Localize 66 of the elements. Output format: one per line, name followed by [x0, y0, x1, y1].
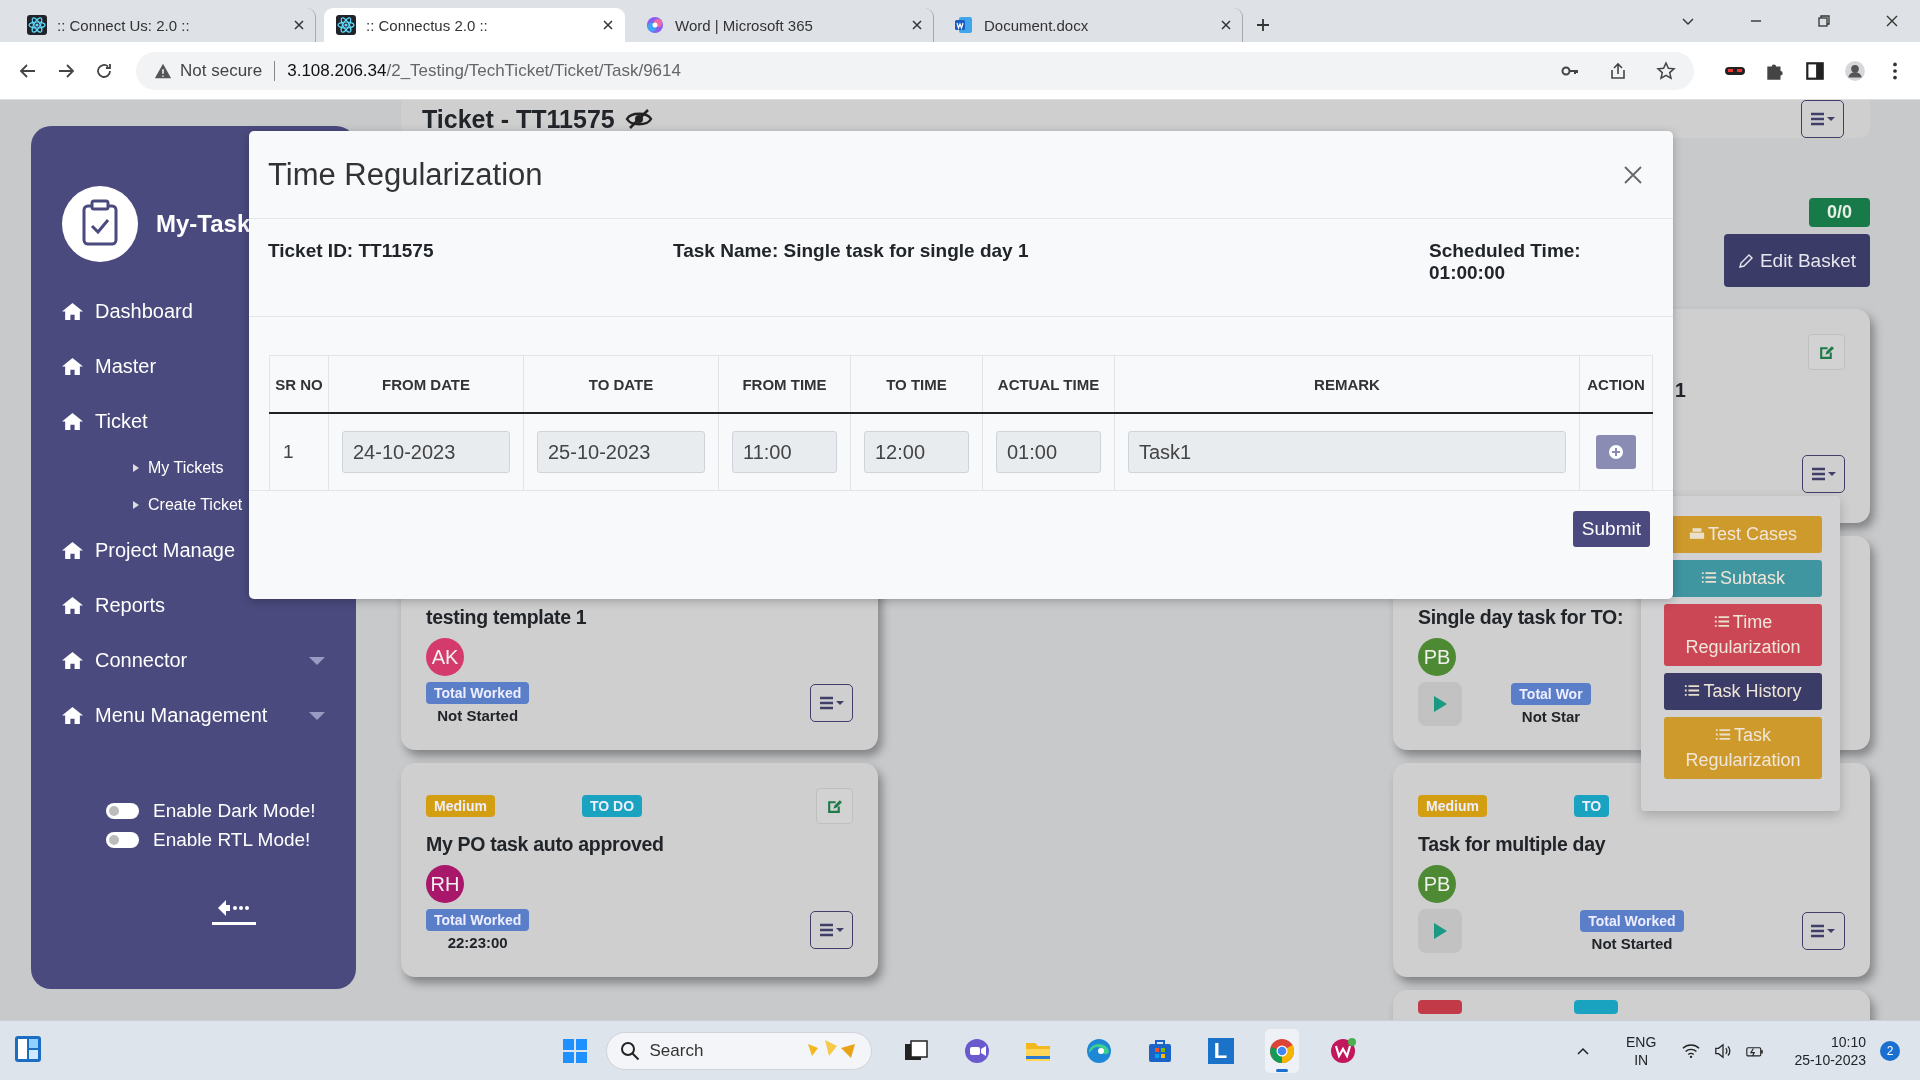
nav-item[interactable]: Dashboard [60, 284, 356, 339]
task-name: Task Name: Single task for single day 1 [673, 240, 1030, 263]
toggle-label: Enable Dark Mode! [153, 800, 316, 822]
column-header: ACTION [1579, 355, 1653, 413]
column-header: REMARK [1114, 355, 1580, 413]
worked-value: 22:23:00 [447, 934, 508, 951]
avatar: PB [1418, 638, 1456, 676]
avatar: AK [426, 638, 464, 676]
to-time-field[interactable]: 12:00 [864, 431, 969, 473]
card-title: 1 [1675, 379, 1686, 403]
worked-value: Not Started [437, 707, 519, 724]
column-header: ACTUAL TIME [982, 355, 1115, 413]
status-tag: TO DO [582, 795, 643, 817]
worked-value: Not Star [1521, 708, 1581, 725]
clock-date[interactable]: 25-10-2023 [1794, 1050, 1866, 1069]
url-path: /2_Testing/TechTicket/Ticket/Task/9614 [386, 60, 681, 81]
nav-item[interactable]: Project Manage [60, 523, 356, 578]
brand-name: My-Task [156, 210, 251, 238]
notification-badge[interactable]: 2 [1880, 1040, 1900, 1061]
card-title: My PO task auto approved [426, 833, 664, 857]
nav-item[interactable]: Menu Management [60, 688, 356, 743]
toggle-label: Enable RTL Mode! [153, 829, 311, 851]
security-label: Not secure [180, 60, 263, 81]
status-tag: TO [1574, 795, 1610, 817]
column-header: TO DATE [523, 355, 719, 413]
worked-tag: Total Worked [426, 909, 530, 931]
card-title: Task for multiple day [1418, 833, 1606, 857]
nav-item[interactable]: Reports [60, 578, 356, 633]
url-host: 3.108.206.34 [287, 60, 387, 81]
menu-item[interactable]: Task History [1664, 673, 1822, 710]
scheduled-time: Scheduled Time: 01:00:00 [1429, 240, 1582, 285]
column-header: SR NO [269, 355, 329, 413]
edit-basket-button[interactable]: Edit Basket [1723, 234, 1870, 287]
from-time-field[interactable]: 11:00 [732, 431, 837, 473]
sub-nav-item[interactable]: Create Ticket [60, 486, 356, 523]
to-date-field[interactable]: 25-10-2023 [537, 431, 705, 473]
worked-tag: Total Worked [1580, 910, 1684, 932]
nav-item[interactable]: Connector [60, 633, 356, 688]
language[interactable]: ENG [1626, 1032, 1657, 1051]
ticket-title: Ticket - TT11575 [422, 104, 615, 134]
worked-tag: Total Worked [426, 682, 530, 704]
worked-value: Not Started [1591, 935, 1673, 952]
card-title: testing template 1 [426, 606, 587, 630]
avatar: RH [426, 865, 464, 903]
worked-tag: Total Wor [1511, 683, 1591, 705]
priority-tag: Medium [1418, 795, 1487, 817]
column-header: TO TIME [850, 355, 983, 413]
search-field[interactable]: Search [605, 1031, 872, 1070]
column-header: FROM TIME [718, 355, 851, 413]
from-date-field[interactable]: 24-10-2023 [342, 431, 510, 473]
ticket-id: Ticket ID: TT11575 [268, 240, 435, 263]
browser-tab[interactable]: :: Connectus 2.0 :: [324, 8, 625, 42]
priority-tag: Medium [426, 795, 495, 817]
remark-field[interactable]: Task1 [1128, 431, 1566, 473]
clock-time[interactable]: 10:10 [1830, 1032, 1866, 1051]
modal-title: Time Regularization [268, 156, 543, 193]
actual-time-field[interactable]: 01:00 [996, 431, 1101, 473]
row-number: 1 [283, 441, 294, 462]
address-field[interactable]: Not secure 3.108.206.34/2_Testing/TechTicket/Ticket/Task/9614 [136, 51, 1694, 90]
menu-item[interactable]: Time Regularization [1664, 604, 1822, 666]
avatar: PB [1418, 865, 1456, 903]
column-header: FROM DATE [328, 355, 524, 413]
region[interactable]: IN [1634, 1050, 1649, 1069]
card-title: Single day task for TO: [1418, 606, 1624, 630]
submit-button[interactable]: Submit [1572, 511, 1650, 547]
progress-badge: 0/0 [1808, 198, 1870, 227]
